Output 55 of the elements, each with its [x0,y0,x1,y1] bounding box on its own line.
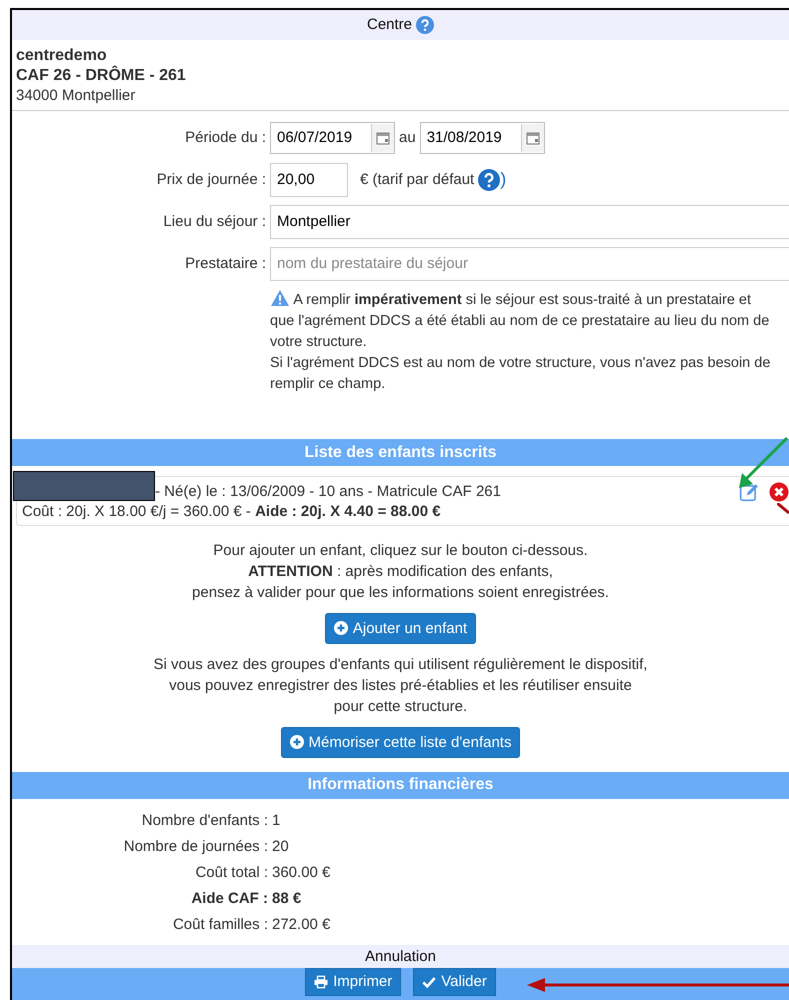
finance-label: Coût familles : [172,916,268,933]
warning-icon [270,288,290,307]
child-details: - Né(e) le : 13/06/2009 - 10 ans - Matricule CAF 261 [155,482,502,502]
help-text: Si vous avez des groupes d'enfants qui utilisent régulièrement le dispositif, [154,654,648,675]
cancel-link[interactable]: Annulation [365,948,436,966]
delete-icon[interactable] [769,482,789,502]
section-title: Liste des enfants inscrits [304,444,497,462]
plus-circle-icon [290,735,304,750]
finance-label: Aide CAF : [190,890,268,907]
help-text: pour cette structure. [332,696,468,717]
printer-icon [314,974,328,989]
edit-icon[interactable] [739,482,759,502]
price-field[interactable]: 20,00 [270,162,348,197]
save-list-button[interactable]: Mémoriser cette liste d'enfants [280,726,520,758]
provider-field[interactable]: nom du prestataire du séjour [270,246,789,281]
child-cost: Coût : 20j. X 18.00 €/j = 360.00 € - Aide : 20j. X 4.40 = 88.00 € [22,502,442,522]
plus-circle-icon [334,621,348,636]
help-text: pensez à valider pour que les informations soient enregistrées. [192,582,609,603]
centre-name: centredemo [16,46,108,66]
finance-value: 88 € [272,890,302,907]
field-label: Prix de journée : [156,171,266,188]
help-text: ATTENTION : après modification des enfants, [247,562,554,582]
place-field[interactable]: Montpellier [270,204,789,239]
centre-address: 34000 Montpellier [16,86,136,106]
caf-label: CAF 26 - DRÔME - 261 [16,66,187,86]
field-label: Prestataire : [184,255,266,272]
finance-label: Coût total : [194,864,268,881]
date-field[interactable]: 06/07/2019 [270,122,395,154]
default-rate-note: € (tarif par défaut [360,171,474,188]
help-text: Pour ajouter un enfant, cliquez sur le bouton ci-dessous. [212,540,589,561]
finance-value: 20 [272,838,289,855]
annotation-arrow [738,437,788,489]
print-button[interactable]: Imprimer [305,968,402,996]
calendar-icon[interactable] [371,124,394,152]
separator-text: au [399,129,416,146]
finance-value: 360.00 € [272,864,330,881]
warning-text: A remplir impérativement si le séjour est sous-traité à un prestataire et que l'agrément DDCS a été établi au nom de ce prestataire au lieu du nom de votre structure. [270,288,775,353]
help-text: vous pouvez enregistrer des listes pré-établies et les réutiliser ensuite [168,676,633,696]
finance-label: Nombre de journées : [122,838,268,855]
add-child-button[interactable]: Ajouter un enfant [324,612,476,644]
finance-value: 1 [272,812,280,829]
warning-text: Si l'agrément DDCS est au nom de votre structure, vous n'avez pas besoin de remplir ce champ. [270,354,772,394]
check-icon [422,974,436,989]
help-icon[interactable] [478,168,500,191]
validate-button[interactable]: Valider [413,968,496,996]
finance-label: Nombre d'enfants : [140,812,268,829]
closing-paren: ) [500,169,506,190]
field-label: Lieu du séjour : [162,213,266,230]
section-title: Centre [366,16,412,34]
finance-value: 272.00 € [272,916,330,933]
help-icon[interactable] [416,16,434,34]
calendar-icon[interactable] [520,124,544,152]
date-field[interactable]: 31/08/2019 [420,122,545,154]
section-title: Informations financières [308,776,494,794]
field-label: Période du : [184,129,266,146]
